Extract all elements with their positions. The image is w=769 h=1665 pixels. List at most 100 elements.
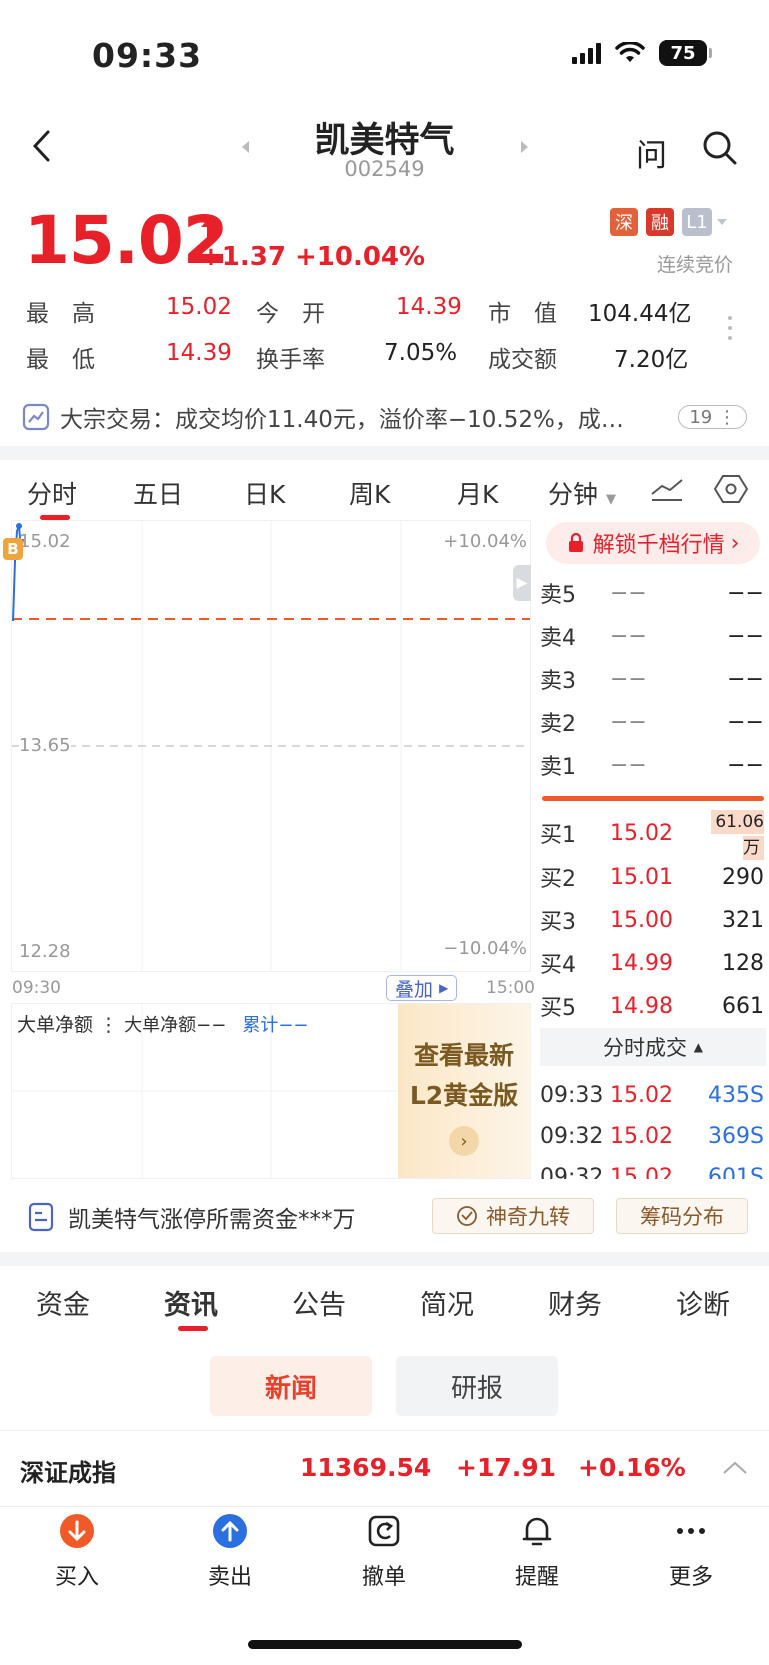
settings-hexagon-icon[interactable]	[714, 474, 748, 504]
home-indicator	[248, 1640, 522, 1649]
tab-news-info[interactable]: 资讯	[164, 1283, 218, 1322]
large-order-chart[interactable]: 大单净额 ⋮ 大单净额−− 累计−− 查看最新 L2黄金版 ›	[11, 1003, 531, 1179]
chevron-down-icon[interactable]	[716, 218, 728, 226]
collapse-orderbook-handle[interactable]: ▶	[513, 565, 531, 601]
nav-more[interactable]: 更多	[641, 1513, 741, 1591]
buy-row-3: 买3 15.00 321	[540, 907, 764, 936]
bell-icon	[519, 1513, 555, 1549]
tab-profile[interactable]: 简况	[420, 1283, 474, 1322]
nav-sell[interactable]: 卖出	[180, 1513, 280, 1591]
level1-tag[interactable]: L1	[682, 208, 712, 236]
subtab-research[interactable]: 研报	[396, 1356, 558, 1416]
tab-diagnosis[interactable]: 诊断	[676, 1283, 730, 1322]
block-trade-bar[interactable]: 大宗交易：成交均价11.40元，溢价率−10.52%，成… 19 ⋮	[22, 396, 747, 438]
stat-label-mktcap: 市 值	[488, 301, 557, 327]
chevron-right-icon[interactable]: ›	[449, 1126, 479, 1156]
tab-minute[interactable]: 分钟 ▼	[548, 475, 616, 511]
next-stock-icon[interactable]	[520, 140, 530, 154]
section-divider	[0, 1252, 769, 1266]
stat-label-high: 最 高	[26, 301, 95, 327]
magic-nine-button[interactable]: 神奇九转	[432, 1198, 594, 1234]
stat-value-open: 14.39	[396, 294, 462, 320]
check-circle-icon	[457, 1206, 477, 1226]
stat-value-mktcap: 104.44亿	[588, 301, 692, 327]
tick-trades-header[interactable]: 分时成交 ▲	[540, 1028, 766, 1066]
sell-row-5: 卖5 −− −−	[540, 580, 764, 609]
nav-buy[interactable]: 买入	[27, 1513, 127, 1591]
chevron-right-icon: ▶	[439, 981, 449, 995]
buy-marker: B	[3, 538, 23, 560]
index-value: 11369.54	[300, 1453, 432, 1482]
battery-icon: 75	[659, 40, 712, 66]
block-trade-badge[interactable]: 19 ⋮	[678, 405, 747, 429]
buy-row-1: 买1 15.02 61.06万	[540, 809, 764, 860]
sell-row-3: 卖3 −− −−	[540, 666, 764, 695]
overlay-button[interactable]: 叠加 ▶	[386, 975, 458, 1001]
chevron-up-icon[interactable]	[722, 1461, 748, 1475]
pct-axis-bottom: −10.04%	[443, 938, 527, 959]
sell-icon	[212, 1513, 248, 1549]
sub-chart-header[interactable]: 大单净额 ⋮ 大单净额−− 累计−−	[17, 1010, 309, 1037]
chevron-right-icon: ›	[730, 530, 740, 556]
up-arrow-icon	[201, 217, 219, 237]
nav-alert[interactable]: 提醒	[487, 1513, 587, 1591]
tab-intraday[interactable]: 分时	[27, 475, 77, 511]
lock-icon	[568, 533, 583, 552]
stat-label-turnover: 换手率	[256, 347, 325, 373]
caret-up-icon: ▲	[693, 1040, 703, 1054]
tab-five-day[interactable]: 五日	[133, 475, 183, 511]
intraday-chart[interactable]: 15.02 13.65 12.28 +10.04% −10.04% B ▶	[3, 520, 531, 972]
stat-label-low: 最 低	[26, 347, 95, 373]
tab-financials[interactable]: 财务	[548, 1283, 602, 1322]
stat-value-amount: 7.20亿	[614, 347, 689, 373]
more-vertical-icon[interactable]	[728, 316, 732, 340]
bid-ask-divider	[542, 796, 764, 801]
wifi-icon	[615, 42, 645, 62]
chip-distribution-button[interactable]: 筹码分布	[616, 1198, 748, 1234]
promo-line1: 查看最新	[413, 1041, 514, 1070]
x-axis-start: 09:30	[12, 978, 61, 998]
stat-value-low: 14.39	[166, 340, 232, 366]
y-axis-bottom: 12.28	[19, 941, 71, 962]
indicator-line-icon[interactable]	[650, 476, 684, 502]
x-axis-end: 15:00	[486, 978, 535, 998]
unlock-depth-button[interactable]: 解锁千档行情 ›	[546, 522, 760, 564]
chevron-down-icon: ▼	[605, 492, 616, 507]
pct-axis-top: +10.04%	[443, 531, 527, 552]
promo-line2: L2黄金版	[409, 1081, 519, 1110]
section-divider	[0, 446, 769, 460]
info-tab-indicator	[178, 1326, 208, 1331]
tab-funds[interactable]: 资金	[36, 1283, 90, 1322]
search-icon[interactable]	[702, 130, 738, 166]
limit-up-funds-bar[interactable]: 凯美特气涨停所需资金***万	[28, 1200, 356, 1234]
subtab-news[interactable]: 新闻	[210, 1356, 372, 1416]
index-name: 深证成指	[20, 1459, 116, 1487]
index-change: +17.91	[456, 1453, 557, 1482]
block-trade-text: 大宗交易：成交均价11.40元，溢价率−10.52%，成…	[60, 407, 624, 433]
sell-row-1: 卖1 −− −−	[540, 752, 764, 781]
status-time: 09:33	[92, 36, 203, 75]
current-price: 15.02	[24, 202, 229, 279]
l2-promo-panel[interactable]: 查看最新 L2黄金版 ›	[398, 1004, 530, 1178]
index-percent: +0.16%	[578, 1453, 686, 1482]
cellular-signal-icon	[572, 42, 601, 64]
chart-trend-icon	[22, 403, 50, 431]
tab-announcements[interactable]: 公告	[292, 1283, 346, 1322]
tab-weekly-k[interactable]: 周K	[349, 475, 390, 511]
index-ticker[interactable]: 深证成指 11369.54 +17.91 +0.16%	[0, 1430, 769, 1506]
tick-row: 09:32 15.02 369S	[540, 1123, 764, 1149]
price-change: +1.37 +10.04%	[200, 242, 425, 272]
stat-label-amount: 成交额	[488, 347, 557, 373]
tick-list[interactable]: 09:33 15.02 435S 09:32 15.02 369S 09:32 15.02…	[540, 1074, 766, 1180]
tab-daily-k[interactable]: 日K	[244, 475, 285, 511]
change-amount: +1.37	[200, 242, 286, 272]
sell-row-2: 卖2 −− −−	[540, 709, 764, 738]
buy-row-4: 买4 14.99 128	[540, 950, 764, 979]
more-dots-icon	[673, 1513, 709, 1549]
shenzhen-tag: 深	[610, 208, 638, 236]
ask-button[interactable]: 问	[636, 130, 667, 175]
tab-monthly-k[interactable]: 月K	[457, 475, 498, 511]
stat-value-high: 15.02	[166, 294, 232, 320]
nav-cancel-order[interactable]: 撤单	[334, 1513, 434, 1591]
document-icon	[28, 1202, 54, 1232]
